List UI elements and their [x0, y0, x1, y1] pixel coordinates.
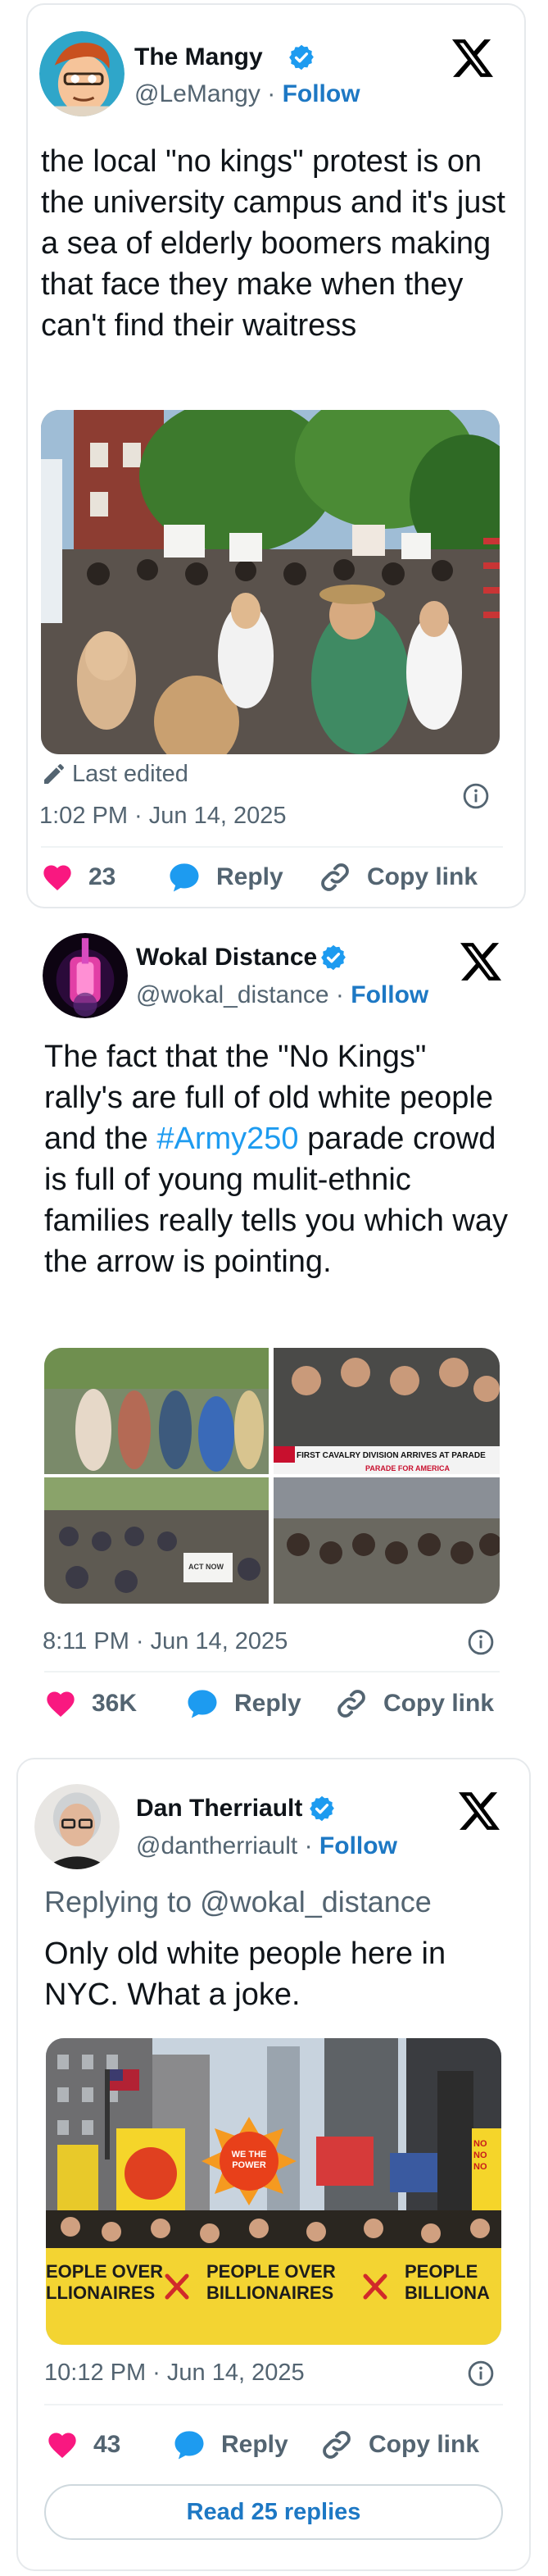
display-name[interactable]: The Mangy: [134, 43, 263, 72]
verified-badge-icon: [288, 43, 315, 71]
handle[interactable]: @LeMangy: [134, 80, 260, 107]
handle-line: @wokal_distance · Follow: [136, 981, 428, 1010]
tweet-card: Dan Therriault @dantherriault · Follow R…: [16, 1758, 531, 2571]
like-button[interactable]: 23: [41, 859, 115, 895]
tweet-card: The Mangy @LeMangy · Follow the local "n…: [26, 3, 526, 908]
x-logo-icon[interactable]: [452, 39, 493, 77]
separator: ·: [304, 1832, 313, 1859]
avatar[interactable]: [43, 933, 128, 1018]
banner-line: EOPLE OVER: [46, 2261, 164, 2282]
banner-line: LLIONAIRES: [46, 2282, 156, 2303]
like-count: 36K: [92, 1690, 138, 1717]
tweet-text: the local "no kings" protest is on the u…: [41, 144, 505, 343]
banner-line: BILLIONA: [405, 2282, 490, 2303]
divider: [44, 1671, 500, 1673]
separator: ·: [335, 981, 344, 1008]
banner-text: PEOPLE OVER BILLIONAIRES: [206, 2261, 336, 2304]
info-icon[interactable]: [467, 1628, 495, 1656]
display-name[interactable]: Wokal Distance: [136, 943, 317, 972]
x-logo-icon[interactable]: [460, 943, 501, 981]
follow-button[interactable]: Follow: [351, 981, 428, 1008]
handle[interactable]: @dantherriault: [136, 1832, 297, 1859]
read-replies-button[interactable]: Read 25 replies: [44, 2484, 503, 2540]
heart-icon: [46, 2428, 79, 2461]
divider: [41, 846, 503, 848]
reply-label: Reply: [221, 2431, 288, 2458]
banner-line: PEOPLE OVER: [206, 2261, 336, 2282]
tweet-photo-grid[interactable]: FIRST CAVALRY DIVISION ARRIVES AT PARADE…: [44, 1348, 500, 1604]
info-icon[interactable]: [462, 782, 490, 810]
tweet-photo[interactable]: WE THE POWER NO NO NO EOPLE OVER LLIONAI…: [46, 2038, 501, 2345]
reply-button[interactable]: Reply: [167, 859, 283, 895]
tweet-text: Only old white people here in NYC. What …: [44, 1937, 446, 2012]
like-count: 23: [88, 863, 116, 890]
reply-label: Reply: [216, 863, 283, 890]
reply-button[interactable]: Reply: [185, 1686, 301, 1722]
reply-bubble-icon: [172, 2428, 206, 2462]
link-icon: [319, 2428, 354, 2462]
copy-link-label: Copy link: [383, 1690, 495, 1717]
follow-button[interactable]: Follow: [283, 80, 360, 107]
divider: [44, 2404, 503, 2405]
media-sign: ACT NOW: [188, 1563, 224, 1571]
verified-badge-icon: [308, 1795, 336, 1823]
banner-text: PEOPLE BILLIONA: [405, 2261, 490, 2304]
banner-text: EOPLE OVER LLIONAIRES: [46, 2261, 163, 2304]
heart-icon: [44, 1687, 77, 1720]
sign-text: NO NO NO: [473, 2139, 487, 2172]
copy-link-label: Copy link: [369, 2431, 480, 2458]
like-count: 43: [93, 2431, 121, 2458]
copy-link-button[interactable]: Copy link: [319, 2427, 479, 2463]
banner-line: BILLIONAIRES: [206, 2282, 334, 2303]
link-icon: [334, 1686, 369, 1721]
media-caption: PARADE FOR AMERICA: [365, 1464, 450, 1472]
timestamp[interactable]: 10:12 PM · Jun 14, 2025: [44, 2358, 305, 2387]
separator: ·: [267, 80, 276, 107]
pencil-icon: [41, 761, 67, 787]
verified-badge-icon: [319, 944, 347, 972]
handle-line: @LeMangy · Follow: [134, 80, 360, 109]
tweet-text: The fact that the "No Kings" rally's are…: [44, 1036, 511, 1282]
link-icon: [318, 860, 352, 894]
sign-text: WE THE POWER: [231, 2150, 267, 2170]
reply-label: Reply: [234, 1690, 301, 1717]
hashtag-link[interactable]: #Army250: [156, 1122, 298, 1156]
like-button[interactable]: 43: [46, 2427, 120, 2463]
heart-icon: [41, 861, 74, 894]
avatar[interactable]: [39, 31, 125, 116]
info-icon[interactable]: [467, 2360, 495, 2387]
avatar[interactable]: [34, 1784, 120, 1869]
reply-bubble-icon: [167, 860, 202, 894]
display-name[interactable]: Dan Therriault: [136, 1794, 302, 1823]
copy-link-label: Copy link: [367, 863, 478, 890]
timestamp[interactable]: 8:11 PM · Jun 14, 2025: [43, 1627, 288, 1656]
handle-line: @dantherriault · Follow: [136, 1832, 397, 1861]
reply-button[interactable]: Reply: [172, 2427, 288, 2463]
media-caption: FIRST CAVALRY DIVISION ARRIVES AT PARADE: [297, 1451, 486, 1460]
tweet-card: Wokal Distance @wokal_distance · Follow …: [0, 913, 548, 1741]
replying-to[interactable]: Replying to @wokal_distance: [44, 1884, 432, 1920]
reply-bubble-icon: [185, 1686, 220, 1721]
copy-link-button[interactable]: Copy link: [334, 1686, 494, 1722]
copy-link-button[interactable]: Copy link: [318, 859, 478, 895]
tweet-photo[interactable]: [41, 410, 500, 754]
banner-line: PEOPLE: [405, 2261, 478, 2282]
handle[interactable]: @wokal_distance: [136, 981, 329, 1008]
follow-button[interactable]: Follow: [319, 1832, 397, 1859]
last-edited-label[interactable]: Last edited: [72, 759, 188, 789]
timestamp[interactable]: 1:02 PM · Jun 14, 2025: [39, 801, 286, 831]
x-logo-icon[interactable]: [459, 1792, 500, 1830]
like-button[interactable]: 36K: [44, 1686, 137, 1722]
